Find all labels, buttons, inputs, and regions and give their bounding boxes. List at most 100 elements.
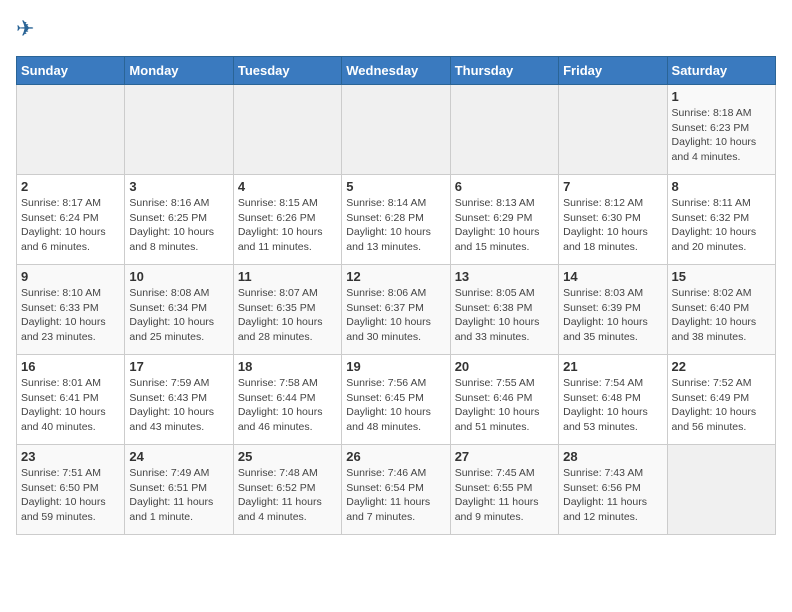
- calendar-cell: 3 Sunrise: 8:16 AM Sunset: 6:25 PM Daylig…: [125, 175, 233, 265]
- day-info: Sunrise: 7:49 AM Sunset: 6:51 PM Dayligh…: [129, 466, 228, 525]
- calendar-cell: [125, 85, 233, 175]
- calendar-cell: 6 Sunrise: 8:13 AM Sunset: 6:29 PM Daylig…: [450, 175, 558, 265]
- day-info: Sunrise: 7:46 AM Sunset: 6:54 PM Dayligh…: [346, 466, 445, 525]
- calendar-week-1: 1 Sunrise: 8:18 AM Sunset: 6:23 PM Daylig…: [17, 85, 776, 175]
- day-number: 4: [238, 179, 337, 194]
- day-info: Sunrise: 8:03 AM Sunset: 6:39 PM Dayligh…: [563, 286, 662, 345]
- day-number: 16: [21, 359, 120, 374]
- calendar-cell: 1 Sunrise: 8:18 AM Sunset: 6:23 PM Daylig…: [667, 85, 775, 175]
- weekday-header-friday: Friday: [559, 57, 667, 85]
- day-number: 13: [455, 269, 554, 284]
- day-number: 17: [129, 359, 228, 374]
- calendar-cell: 25 Sunrise: 7:48 AM Sunset: 6:52 PM Dayli…: [233, 445, 341, 535]
- calendar-cell: 28 Sunrise: 7:43 AM Sunset: 6:56 PM Dayli…: [559, 445, 667, 535]
- calendar-cell: 13 Sunrise: 8:05 AM Sunset: 6:38 PM Dayli…: [450, 265, 558, 355]
- day-number: 28: [563, 449, 662, 464]
- calendar-cell: [667, 445, 775, 535]
- calendar-week-2: 2 Sunrise: 8:17 AM Sunset: 6:24 PM Daylig…: [17, 175, 776, 265]
- day-info: Sunrise: 7:52 AM Sunset: 6:49 PM Dayligh…: [672, 376, 771, 435]
- day-number: 27: [455, 449, 554, 464]
- day-number: 6: [455, 179, 554, 194]
- calendar-cell: [17, 85, 125, 175]
- day-info: Sunrise: 7:55 AM Sunset: 6:46 PM Dayligh…: [455, 376, 554, 435]
- day-number: 2: [21, 179, 120, 194]
- day-info: Sunrise: 8:01 AM Sunset: 6:41 PM Dayligh…: [21, 376, 120, 435]
- day-info: Sunrise: 7:56 AM Sunset: 6:45 PM Dayligh…: [346, 376, 445, 435]
- day-info: Sunrise: 7:59 AM Sunset: 6:43 PM Dayligh…: [129, 376, 228, 435]
- calendar-cell: [233, 85, 341, 175]
- calendar-cell: [342, 85, 450, 175]
- day-number: 5: [346, 179, 445, 194]
- calendar-cell: 21 Sunrise: 7:54 AM Sunset: 6:48 PM Dayli…: [559, 355, 667, 445]
- logo: ✈: [16, 16, 48, 44]
- calendar-cell: 20 Sunrise: 7:55 AM Sunset: 6:46 PM Dayli…: [450, 355, 558, 445]
- logo-icon: ✈: [16, 16, 44, 44]
- day-info: Sunrise: 7:45 AM Sunset: 6:55 PM Dayligh…: [455, 466, 554, 525]
- day-info: Sunrise: 8:16 AM Sunset: 6:25 PM Dayligh…: [129, 196, 228, 255]
- day-info: Sunrise: 7:48 AM Sunset: 6:52 PM Dayligh…: [238, 466, 337, 525]
- weekday-header-tuesday: Tuesday: [233, 57, 341, 85]
- calendar-cell: 10 Sunrise: 8:08 AM Sunset: 6:34 PM Dayli…: [125, 265, 233, 355]
- calendar-cell: 23 Sunrise: 7:51 AM Sunset: 6:50 PM Dayli…: [17, 445, 125, 535]
- calendar-week-4: 16 Sunrise: 8:01 AM Sunset: 6:41 PM Dayli…: [17, 355, 776, 445]
- day-info: Sunrise: 8:13 AM Sunset: 6:29 PM Dayligh…: [455, 196, 554, 255]
- day-info: Sunrise: 8:06 AM Sunset: 6:37 PM Dayligh…: [346, 286, 445, 345]
- calendar-cell: 11 Sunrise: 8:07 AM Sunset: 6:35 PM Dayli…: [233, 265, 341, 355]
- day-info: Sunrise: 8:12 AM Sunset: 6:30 PM Dayligh…: [563, 196, 662, 255]
- day-number: 1: [672, 89, 771, 104]
- day-number: 3: [129, 179, 228, 194]
- calendar-cell: 27 Sunrise: 7:45 AM Sunset: 6:55 PM Dayli…: [450, 445, 558, 535]
- header-area: ✈: [16, 16, 776, 44]
- calendar-table: SundayMondayTuesdayWednesdayThursdayFrid…: [16, 56, 776, 535]
- calendar-cell: 9 Sunrise: 8:10 AM Sunset: 6:33 PM Daylig…: [17, 265, 125, 355]
- day-info: Sunrise: 8:07 AM Sunset: 6:35 PM Dayligh…: [238, 286, 337, 345]
- day-number: 10: [129, 269, 228, 284]
- calendar-cell: 14 Sunrise: 8:03 AM Sunset: 6:39 PM Dayli…: [559, 265, 667, 355]
- calendar-cell: 22 Sunrise: 7:52 AM Sunset: 6:49 PM Dayli…: [667, 355, 775, 445]
- day-number: 19: [346, 359, 445, 374]
- calendar-cell: 12Sunrise: 8:06 AM Sunset: 6:37 PM Dayli…: [342, 265, 450, 355]
- calendar-cell: [450, 85, 558, 175]
- calendar-cell: 15 Sunrise: 8:02 AM Sunset: 6:40 PM Dayli…: [667, 265, 775, 355]
- day-info: Sunrise: 7:51 AM Sunset: 6:50 PM Dayligh…: [21, 466, 120, 525]
- day-number: 15: [672, 269, 771, 284]
- day-info: Sunrise: 7:58 AM Sunset: 6:44 PM Dayligh…: [238, 376, 337, 435]
- day-number: 9: [21, 269, 120, 284]
- day-info: Sunrise: 8:11 AM Sunset: 6:32 PM Dayligh…: [672, 196, 771, 255]
- day-info: Sunrise: 8:17 AM Sunset: 6:24 PM Dayligh…: [21, 196, 120, 255]
- calendar-cell: 16 Sunrise: 8:01 AM Sunset: 6:41 PM Dayli…: [17, 355, 125, 445]
- day-info: Sunrise: 7:43 AM Sunset: 6:56 PM Dayligh…: [563, 466, 662, 525]
- day-number: 24: [129, 449, 228, 464]
- day-info: Sunrise: 8:05 AM Sunset: 6:38 PM Dayligh…: [455, 286, 554, 345]
- weekday-header-wednesday: Wednesday: [342, 57, 450, 85]
- day-number: 25: [238, 449, 337, 464]
- weekday-header-saturday: Saturday: [667, 57, 775, 85]
- day-number: 7: [563, 179, 662, 194]
- day-number: 21: [563, 359, 662, 374]
- weekday-header-monday: Monday: [125, 57, 233, 85]
- day-info: Sunrise: 8:14 AM Sunset: 6:28 PM Dayligh…: [346, 196, 445, 255]
- calendar-cell: [559, 85, 667, 175]
- day-info: Sunrise: 8:18 AM Sunset: 6:23 PM Dayligh…: [672, 106, 771, 165]
- day-number: 20: [455, 359, 554, 374]
- calendar-week-5: 23 Sunrise: 7:51 AM Sunset: 6:50 PM Dayli…: [17, 445, 776, 535]
- calendar-cell: 4 Sunrise: 8:15 AM Sunset: 6:26 PM Daylig…: [233, 175, 341, 265]
- calendar-cell: 18 Sunrise: 7:58 AM Sunset: 6:44 PM Dayli…: [233, 355, 341, 445]
- calendar-cell: 24 Sunrise: 7:49 AM Sunset: 6:51 PM Dayli…: [125, 445, 233, 535]
- day-number: 22: [672, 359, 771, 374]
- day-number: 18: [238, 359, 337, 374]
- calendar-cell: 2 Sunrise: 8:17 AM Sunset: 6:24 PM Daylig…: [17, 175, 125, 265]
- day-info: Sunrise: 7:54 AM Sunset: 6:48 PM Dayligh…: [563, 376, 662, 435]
- calendar-cell: 8Sunrise: 8:11 AM Sunset: 6:32 PM Daylig…: [667, 175, 775, 265]
- weekday-header-sunday: Sunday: [17, 57, 125, 85]
- day-info: Sunrise: 8:15 AM Sunset: 6:26 PM Dayligh…: [238, 196, 337, 255]
- day-number: 14: [563, 269, 662, 284]
- calendar-cell: 26Sunrise: 7:46 AM Sunset: 6:54 PM Dayli…: [342, 445, 450, 535]
- weekday-header-thursday: Thursday: [450, 57, 558, 85]
- day-info: Sunrise: 8:02 AM Sunset: 6:40 PM Dayligh…: [672, 286, 771, 345]
- day-number: 23: [21, 449, 120, 464]
- day-info: Sunrise: 8:08 AM Sunset: 6:34 PM Dayligh…: [129, 286, 228, 345]
- calendar-cell: 7 Sunrise: 8:12 AM Sunset: 6:30 PM Daylig…: [559, 175, 667, 265]
- day-info: Sunrise: 8:10 AM Sunset: 6:33 PM Dayligh…: [21, 286, 120, 345]
- day-number: 11: [238, 269, 337, 284]
